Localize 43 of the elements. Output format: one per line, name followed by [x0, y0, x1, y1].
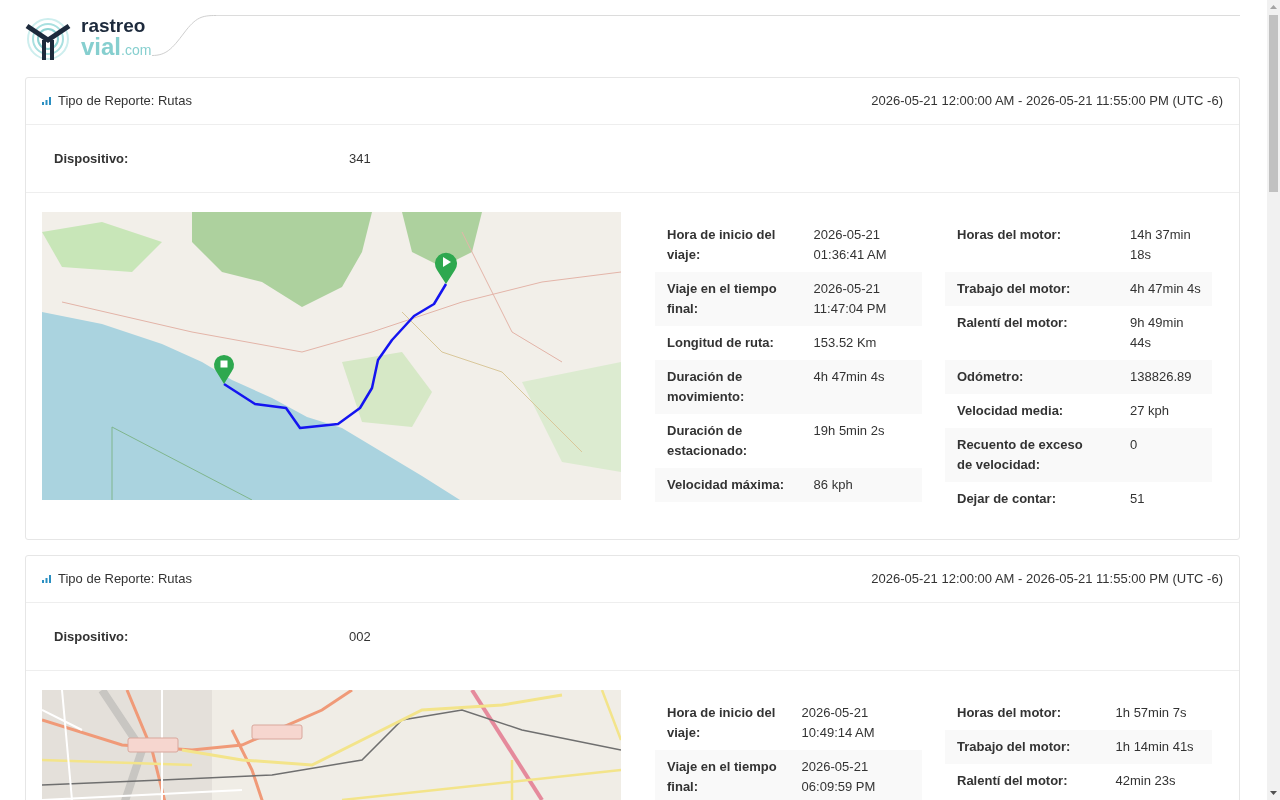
- stat-value: 138826.89: [1118, 360, 1212, 394]
- stat-value: 19h 5min 2s: [801, 414, 922, 468]
- stat-label: Viaje en el tiempo final:: [655, 272, 802, 326]
- stat-label: Odómetro:: [945, 360, 1119, 394]
- report-period: 2026-05-21 12:00:00 AM - 2026-05-21 11:55:00 PM (UTC -6): [871, 570, 1223, 589]
- stop-pin-icon: [214, 355, 234, 384]
- stat-label: Velocidad media:: [945, 394, 1119, 428]
- stat-value: 1h 14min 41s: [1103, 730, 1212, 764]
- report-title: Tipo de Reporte: Rutas: [58, 92, 192, 111]
- stat-value: 27 kph: [1118, 394, 1212, 428]
- stat-label: Recuento de exceso de velocidad:: [945, 428, 1119, 482]
- device-label: Dispositivo:: [54, 150, 129, 166]
- stat-value: 153.52 Km: [801, 326, 922, 360]
- stat-value: 4h 47min 4s: [801, 360, 922, 414]
- stat-label: Longitud de ruta:: [655, 326, 802, 360]
- device-value: 002: [349, 627, 371, 646]
- bar-chart-icon: [42, 575, 51, 583]
- stat-label: Ralentí del motor:: [945, 306, 1119, 360]
- play-pin-icon: [435, 252, 457, 284]
- scrollbar-thumb[interactable]: [1269, 15, 1278, 192]
- stat-value: 2026-05-21 11:47:04 PM: [801, 272, 922, 326]
- report-period: 2026-05-21 12:00:00 AM - 2026-05-21 11:55:00 PM (UTC -6): [871, 92, 1223, 111]
- scrollbar[interactable]: [1267, 0, 1280, 800]
- stat-label: Duración de estacionado:: [655, 414, 802, 468]
- stat-value: 4h 47min 4s: [1118, 272, 1212, 306]
- stat-label: Velocidad máxima:: [655, 468, 802, 502]
- stat-value: 86 kph: [801, 468, 922, 502]
- stat-label: Duración de movimiento:: [655, 360, 802, 414]
- stat-value: 0: [1118, 428, 1212, 482]
- stat-label: Trabajo del motor:: [945, 272, 1119, 306]
- device-label: Dispositivo:: [54, 628, 129, 644]
- logo-text: rastreo vial.com: [81, 15, 152, 61]
- device-value: 341: [349, 149, 371, 168]
- stat-value: 2026-05-21 06:09:59 PM: [789, 750, 922, 800]
- scroll-down-arrow-icon[interactable]: [1270, 791, 1277, 795]
- stat-label: Trabajo del motor:: [945, 730, 1104, 764]
- stat-label: Viaje en el tiempo final:: [655, 750, 790, 800]
- report-title: Tipo de Reporte: Rutas: [58, 570, 192, 589]
- logo-icon: [25, 15, 71, 61]
- stat-value: 9h 49min 44s: [1118, 306, 1212, 360]
- header-curve-line: [152, 15, 216, 57]
- scroll-up-arrow-icon[interactable]: [1270, 5, 1277, 9]
- bar-chart-icon: [42, 97, 51, 105]
